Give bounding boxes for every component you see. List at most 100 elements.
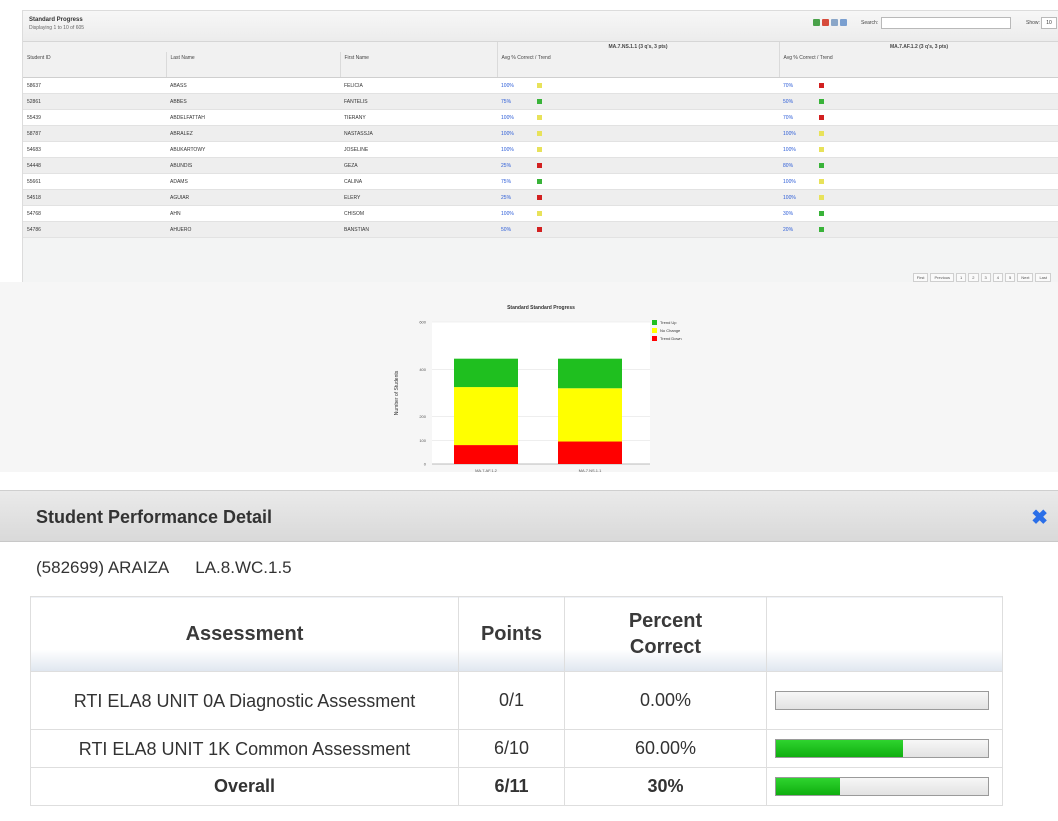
columns-icon[interactable]: [840, 19, 847, 26]
pager-button[interactable]: First: [912, 273, 929, 282]
table-row[interactable]: 54768 AHN CHISOM 100% 30%: [23, 205, 1058, 222]
pager-button[interactable]: 4: [992, 273, 1003, 282]
page-size-select[interactable]: 10: [1041, 17, 1057, 29]
trend-up-icon: [819, 162, 825, 168]
no-change-icon: [537, 130, 543, 136]
bar-segment[interactable]: [558, 388, 622, 442]
close-x-icon[interactable]: ✖: [1031, 505, 1048, 530]
student-id-name: (582699) ARAIZA: [36, 558, 170, 577]
table-row[interactable]: 55439 ABDELFATTAH TIERANY 100% 70%: [23, 109, 1058, 126]
percent-link[interactable]: 100%: [501, 131, 531, 137]
student-id-cell: 54518: [23, 189, 166, 206]
bar-segment[interactable]: [558, 358, 622, 389]
first-name-cell: NASTASSJA: [340, 125, 498, 142]
avg-correct-cell: 75%: [497, 173, 780, 190]
no-change-icon: [819, 146, 825, 152]
table-row[interactable]: 58637 ABASS FELICIA 100% 70%: [23, 77, 1058, 94]
table-row[interactable]: 54683 ABUKARTOWY JOSELINE 100% 100%: [23, 141, 1058, 158]
pager-button[interactable]: 2: [968, 273, 979, 282]
trend-down-icon: [537, 194, 543, 200]
bar-segment[interactable]: [558, 441, 622, 464]
percent-link[interactable]: 100%: [501, 83, 531, 89]
avg-correct-cell: 100%: [779, 141, 1058, 158]
percent-link[interactable]: 50%: [501, 227, 531, 233]
pagination: First Previous 1 2 3 4 5 Next Last: [912, 273, 1051, 282]
excel-export-icon[interactable]: [813, 19, 820, 26]
report-subtitle: Displaying 1 to 10 of 605: [29, 25, 85, 31]
percent-link[interactable]: 100%: [783, 195, 813, 201]
bar-segment[interactable]: [454, 387, 518, 446]
trend-down-icon: [537, 162, 543, 168]
pager-button[interactable]: Previous: [930, 273, 955, 282]
percent-link[interactable]: 75%: [501, 179, 531, 185]
search-input[interactable]: [881, 17, 1011, 29]
first-name-cell: JOSELINE: [340, 141, 498, 158]
percent-link[interactable]: 100%: [783, 179, 813, 185]
percent-link[interactable]: 25%: [501, 195, 531, 201]
table-row[interactable]: 54786 AHUERO BANSTIAN 50% 20%: [23, 221, 1058, 238]
percent-link[interactable]: 30%: [783, 211, 813, 217]
student-id-cell: 54768: [23, 205, 166, 222]
avg-correct-cell: 100%: [779, 189, 1058, 206]
column-header-avg-correct-2[interactable]: Avg % Correct / Trend: [779, 52, 1058, 78]
print-icon[interactable]: [831, 19, 838, 26]
percent-link[interactable]: 70%: [783, 115, 813, 121]
percent-link[interactable]: 100%: [783, 147, 813, 153]
column-header-last-name[interactable]: Last Name: [166, 52, 341, 78]
avg-correct-cell: 50%: [497, 221, 780, 238]
percent-link[interactable]: 100%: [783, 131, 813, 137]
trend-down-icon: [819, 114, 825, 120]
percent-link[interactable]: 80%: [783, 163, 813, 169]
progress-bar: [775, 777, 989, 796]
bar-segment[interactable]: [454, 358, 518, 388]
column-header-student-id[interactable]: Student ID: [23, 52, 167, 78]
avg-correct-cell: 20%: [779, 221, 1058, 238]
avg-correct-cell: 100%: [497, 205, 780, 222]
progress-cell: [766, 729, 1003, 768]
avg-correct-cell: 25%: [497, 189, 780, 206]
pager-button[interactable]: Next: [1017, 273, 1034, 282]
table-row[interactable]: 54518 AGUIAR ELERY 25% 100%: [23, 189, 1058, 206]
stacked-bar-chart: Standard Standard Progress Number of Stud…: [394, 305, 682, 472]
table-row[interactable]: 58787 ABRALEZ NASTASSJA 100% 100%: [23, 125, 1058, 142]
percent-link[interactable]: 70%: [783, 83, 813, 89]
student-id-cell: 54448: [23, 157, 166, 174]
column-header-first-name[interactable]: First Name: [340, 52, 498, 78]
y-tick-label: 0: [424, 462, 427, 467]
percent-link[interactable]: 100%: [501, 147, 531, 153]
pager-button[interactable]: 5: [1004, 273, 1016, 282]
last-name-cell: AGUIAR: [166, 189, 340, 206]
trend-up-icon: [537, 178, 543, 184]
last-name-cell: AHN: [166, 205, 340, 222]
avg-correct-cell: 30%: [779, 205, 1058, 222]
header-points: Points: [458, 596, 565, 672]
report-title: Standard Progress: [29, 17, 83, 23]
assessment-name: RTI ELA8 UNIT 1K Common Assessment: [30, 729, 459, 768]
legend-swatch: [652, 328, 657, 333]
pager-button[interactable]: 3: [980, 273, 991, 282]
group-header-blank: [23, 42, 498, 52]
points-value: 6/10: [458, 729, 565, 768]
trend-down-icon: [819, 82, 825, 88]
no-change-icon: [537, 210, 543, 216]
percent-link[interactable]: 100%: [501, 115, 531, 121]
progress-cell: [766, 767, 1003, 806]
bar-segment[interactable]: [454, 445, 518, 464]
pdf-export-icon[interactable]: [822, 19, 829, 26]
overall-points: 6/11: [458, 767, 565, 806]
progress-bar-fill: [776, 778, 840, 795]
column-header-avg-correct-1[interactable]: Avg % Correct / Trend: [497, 52, 780, 78]
legend-label: Trend Down: [660, 336, 682, 341]
pager-button[interactable]: 1: [956, 273, 967, 282]
table-row[interactable]: 55661 ADAMS CALINA 75% 100%: [23, 173, 1058, 190]
percent-link[interactable]: 50%: [783, 99, 813, 105]
chart-title: Standard Standard Progress: [507, 305, 575, 311]
percent-link[interactable]: 100%: [501, 211, 531, 217]
percent-link[interactable]: 25%: [501, 163, 531, 169]
pager-button[interactable]: Last: [1035, 273, 1051, 282]
table-row[interactable]: 54448 ABUNDIS GEZA 25% 80%: [23, 157, 1058, 174]
avg-correct-cell: 100%: [497, 77, 780, 94]
percent-link[interactable]: 20%: [783, 227, 813, 233]
percent-link[interactable]: 75%: [501, 99, 531, 105]
table-row[interactable]: 52861 ABBES FANTELIS 75% 50%: [23, 93, 1058, 110]
